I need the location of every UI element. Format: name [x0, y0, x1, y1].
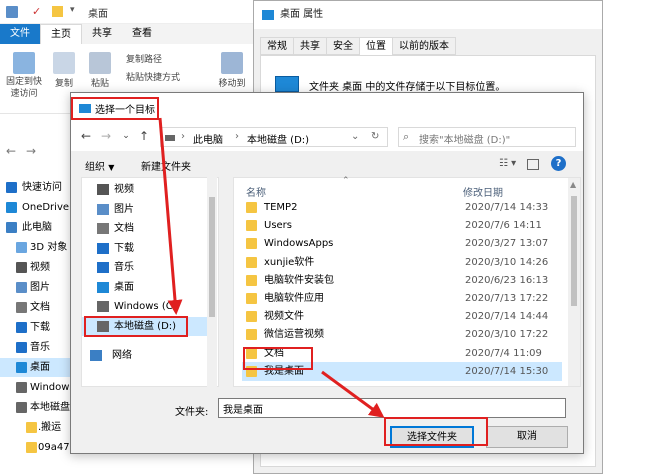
arrow-folder-to-button	[321, 370, 385, 418]
arrow-title-to-drive	[158, 117, 183, 315]
annotation-arrows	[158, 117, 385, 418]
